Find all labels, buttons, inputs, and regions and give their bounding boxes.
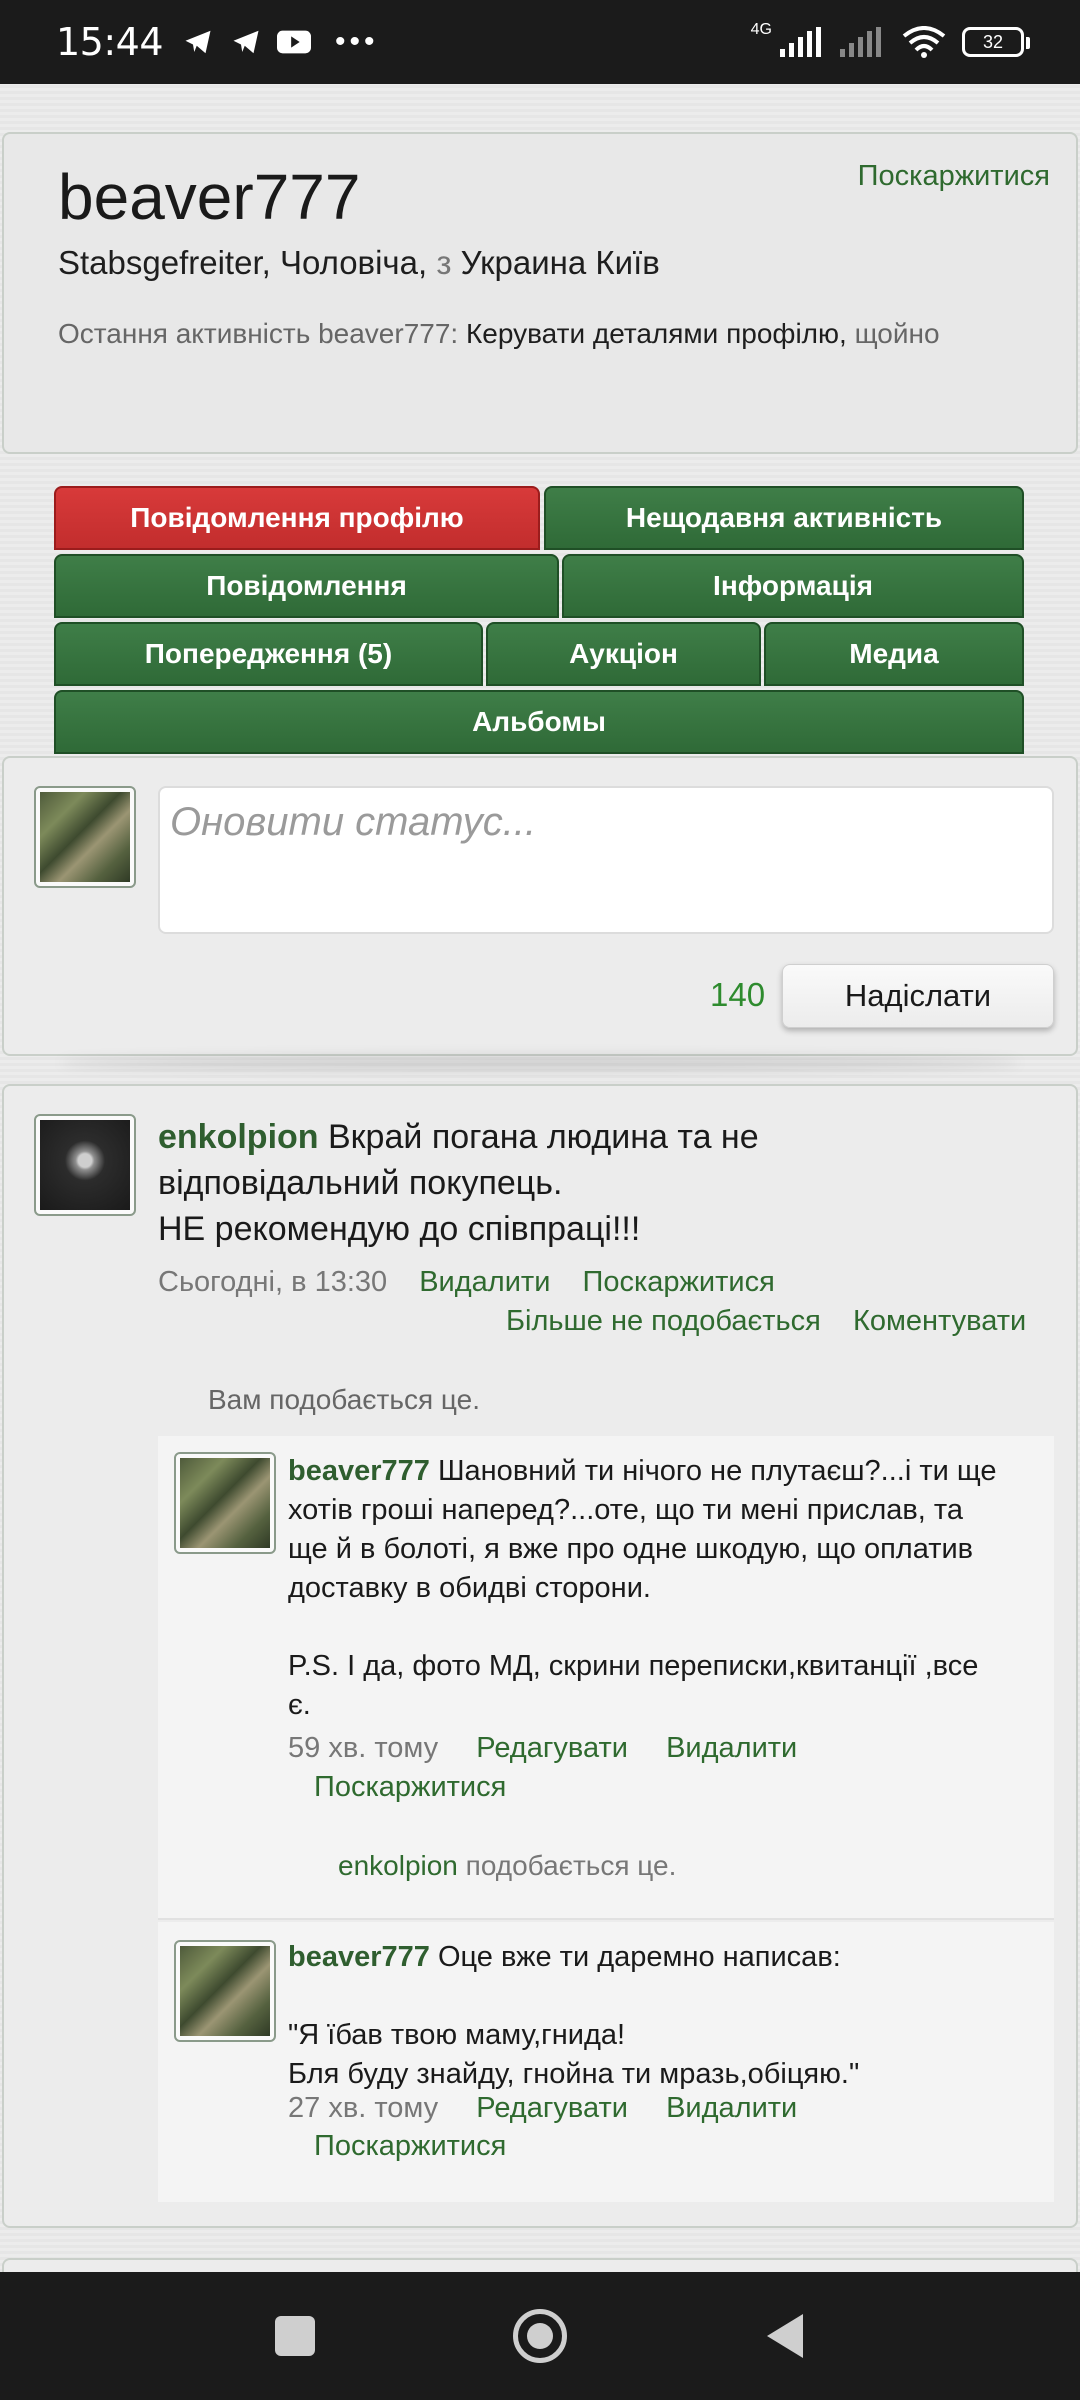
last-activity-prefix: Остання активність beaver777: xyxy=(58,318,466,349)
delete-comment-link[interactable]: Видалити xyxy=(666,2092,797,2124)
post-text-line: відповідальний покупець. xyxy=(158,1164,563,1202)
comment-text-line: хотів гроші наперед?...оте, що ти мені п… xyxy=(288,1494,963,1526)
battery-level: 32 xyxy=(982,31,1004,52)
tab-albums[interactable]: Альбомы xyxy=(54,690,1024,754)
comment-divider xyxy=(158,1918,1054,1920)
comment-report: Поскаржитися xyxy=(314,2130,506,2163)
comment-text-line: Бля буду знайду, гнойна ти мразь,обіцяю.… xyxy=(288,2058,860,2090)
post-likes: Вам подобається це. xyxy=(208,1384,480,1415)
edit-comment-link[interactable]: Редагувати xyxy=(476,2092,628,2124)
comment-author-link[interactable]: beaver777 xyxy=(288,1941,430,1973)
post-message: enkolpion Вкрай погана людина та не відп… xyxy=(158,1114,1038,1252)
recent-apps-button[interactable] xyxy=(235,2272,355,2400)
report-post-link[interactable]: Поскаржитися xyxy=(582,1266,774,1298)
comment-author-avatar[interactable] xyxy=(174,1452,276,1554)
comment-text-line: P.S. І да, фото МД, скрини переписки,кви… xyxy=(288,1650,979,1682)
avatar-image xyxy=(40,1120,130,1210)
report-comment-link[interactable]: Поскаржитися xyxy=(314,2130,506,2162)
comment-text: beaver777 Шановний ти нічого не плутаєш?… xyxy=(288,1452,1028,1725)
comment-meta: 27 хв. тому Редагувати Видалити xyxy=(288,2092,797,2125)
comment-time: 59 хв. тому xyxy=(288,1732,439,1764)
post-author-link[interactable]: enkolpion xyxy=(158,1118,319,1156)
report-profile-link[interactable]: Поскаржитися xyxy=(858,160,1050,193)
profile-subtitle: Stabsgefreiter, Чоловіча, з Украина Київ xyxy=(58,244,660,282)
home-button[interactable] xyxy=(480,2272,600,2400)
tab-recent-activity[interactable]: Нещодавня активність xyxy=(544,486,1024,550)
home-circle-icon xyxy=(513,2309,567,2363)
avatar-image xyxy=(40,792,130,882)
back-button[interactable] xyxy=(725,2272,845,2400)
profile-post: enkolpion Вкрай погана людина та не відп… xyxy=(2,1084,1078,2228)
tab-auction[interactable]: Аукціон xyxy=(486,622,761,686)
report-comment-link[interactable]: Поскаржитися xyxy=(314,1771,506,1803)
system-status-bar: 15:44 ••• 4G 32 xyxy=(0,0,1080,84)
profile-location: Украина Київ xyxy=(451,244,660,281)
tab-profile-posts[interactable]: Повідомлення профілю xyxy=(54,486,540,550)
clock: 15:44 xyxy=(56,20,164,64)
avatar[interactable] xyxy=(34,786,136,888)
comment-likes: enkolpion подобається це. xyxy=(338,1850,676,1882)
comment-text-line: Шановний ти нічого не плутаєш?...і ти ще xyxy=(429,1455,997,1487)
system-navigation-bar xyxy=(0,2272,1080,2400)
telegram-icon xyxy=(233,30,259,54)
unlike-post-link[interactable]: Більше не подобається xyxy=(506,1305,821,1337)
post-text-line: НЕ рекомендую до співпраці!!! xyxy=(158,1210,641,1248)
post-author-avatar[interactable] xyxy=(34,1114,136,1216)
network-type: 4G xyxy=(750,21,772,38)
profile-rank-gender: Stabsgefreiter, Чоловіча, xyxy=(58,244,437,281)
next-post-edge xyxy=(2,2258,1078,2272)
comment-text-line: є. xyxy=(288,1689,311,1721)
comment: beaver777 Шановний ти нічого не плутаєш?… xyxy=(158,1436,1054,1920)
post-actions: Більше не подобається Коментувати xyxy=(506,1305,1026,1338)
comment-text-line: доставку в обидві сторони. xyxy=(288,1572,651,1604)
likes-suffix: подобається це. xyxy=(457,1850,677,1881)
delete-comment-link[interactable]: Видалити xyxy=(666,1732,797,1764)
signal-icon xyxy=(780,27,821,57)
avatar-image xyxy=(180,1946,270,2036)
profile-username: beaver777 xyxy=(58,161,361,233)
status-input[interactable]: Оновити статус... xyxy=(158,786,1054,934)
tab-media[interactable]: Медиа xyxy=(764,622,1024,686)
comment-meta: 59 хв. тому Редагувати Видалити xyxy=(288,1732,797,1765)
status-update-form: Оновити статус... 140 Надіслати xyxy=(2,756,1078,1056)
last-activity: Остання активність beaver777: Керувати д… xyxy=(58,318,940,350)
tab-information[interactable]: Інформація xyxy=(562,554,1024,618)
telegram-icon xyxy=(185,30,211,54)
comment-text-line: Оце вже ти даремно написав: xyxy=(429,1941,841,1973)
avatar-image xyxy=(180,1458,270,1548)
post-text-line: Вкрай погана людина та не xyxy=(318,1118,759,1156)
comment-author-avatar[interactable] xyxy=(174,1940,276,2042)
delete-post-link[interactable]: Видалити xyxy=(419,1266,550,1298)
profile-header: beaver777 Поскаржитися Stabsgefreiter, Ч… xyxy=(2,132,1078,454)
last-activity-action: Керувати деталями профілю, xyxy=(465,318,847,349)
comment-text-line: "Я їбав твою маму,гнида! xyxy=(288,2019,626,2051)
from-label: з xyxy=(436,244,452,281)
comment-text-line: ще й в болоті, я вже про одне шкодую, що… xyxy=(288,1533,974,1565)
post-meta: Сьогодні, в 13:30 Видалити Поскаржитися xyxy=(158,1266,775,1299)
back-triangle-icon xyxy=(767,2314,803,2358)
youtube-icon xyxy=(277,30,312,54)
liker-link[interactable]: enkolpion xyxy=(338,1850,458,1881)
comment: beaver777 Оце вже ти даремно написав: "Я… xyxy=(158,1922,1054,2202)
character-counter: 140 xyxy=(710,976,766,1013)
divider xyxy=(60,1056,1020,1070)
tab-warnings[interactable]: Попередження (5) xyxy=(54,622,483,686)
battery-icon: 32 xyxy=(962,27,1030,57)
signal-icon xyxy=(840,27,881,57)
more-notifications-icon: ••• xyxy=(335,25,379,58)
tab-postings[interactable]: Повідомлення xyxy=(54,554,559,618)
comment-post-link[interactable]: Коментувати xyxy=(853,1305,1026,1337)
last-activity-time: щойно xyxy=(846,318,940,349)
comment-text: beaver777 Оце вже ти даремно написав: "Я… xyxy=(288,1938,1028,2094)
square-icon xyxy=(275,2316,315,2356)
comment-time: 27 хв. тому xyxy=(288,2092,439,2124)
wifi-icon xyxy=(902,26,946,58)
send-status-button[interactable]: Надіслати xyxy=(782,964,1054,1028)
post-time: Сьогодні, в 13:30 xyxy=(158,1266,388,1298)
edit-comment-link[interactable]: Редагувати xyxy=(476,1732,628,1764)
comment-report: Поскаржитися xyxy=(314,1771,506,1804)
comment-author-link[interactable]: beaver777 xyxy=(288,1455,430,1487)
